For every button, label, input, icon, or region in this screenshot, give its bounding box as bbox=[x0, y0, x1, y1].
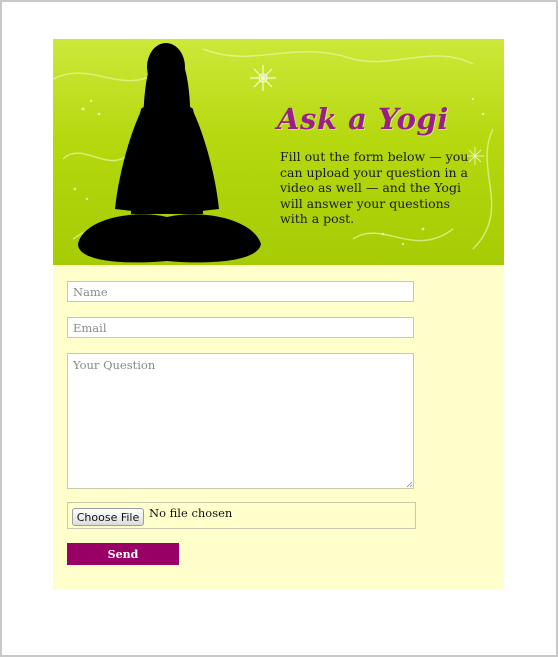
choose-file-button[interactable]: Choose File bbox=[72, 508, 144, 526]
intro-text: Fill out the form below — you can upload… bbox=[280, 149, 469, 226]
file-status-text: No file chosen bbox=[149, 506, 233, 520]
page-title: Ask a Yogi bbox=[277, 102, 449, 136]
yogi-silhouette-icon bbox=[78, 43, 261, 263]
question-field[interactable] bbox=[67, 353, 414, 489]
name-field[interactable] bbox=[67, 281, 414, 302]
resize-grip-icon[interactable] bbox=[406, 481, 413, 488]
send-button[interactable]: Send bbox=[67, 543, 179, 565]
hero-banner: Ask a Yogi Fill out the form below — you… bbox=[53, 39, 504, 265]
email-field[interactable] bbox=[67, 317, 414, 338]
snowflake-icon bbox=[250, 65, 276, 91]
ask-a-yogi-card: Ask a Yogi Fill out the form below — you… bbox=[53, 39, 504, 590]
file-upload-field: Choose File No file chosen bbox=[67, 502, 416, 529]
